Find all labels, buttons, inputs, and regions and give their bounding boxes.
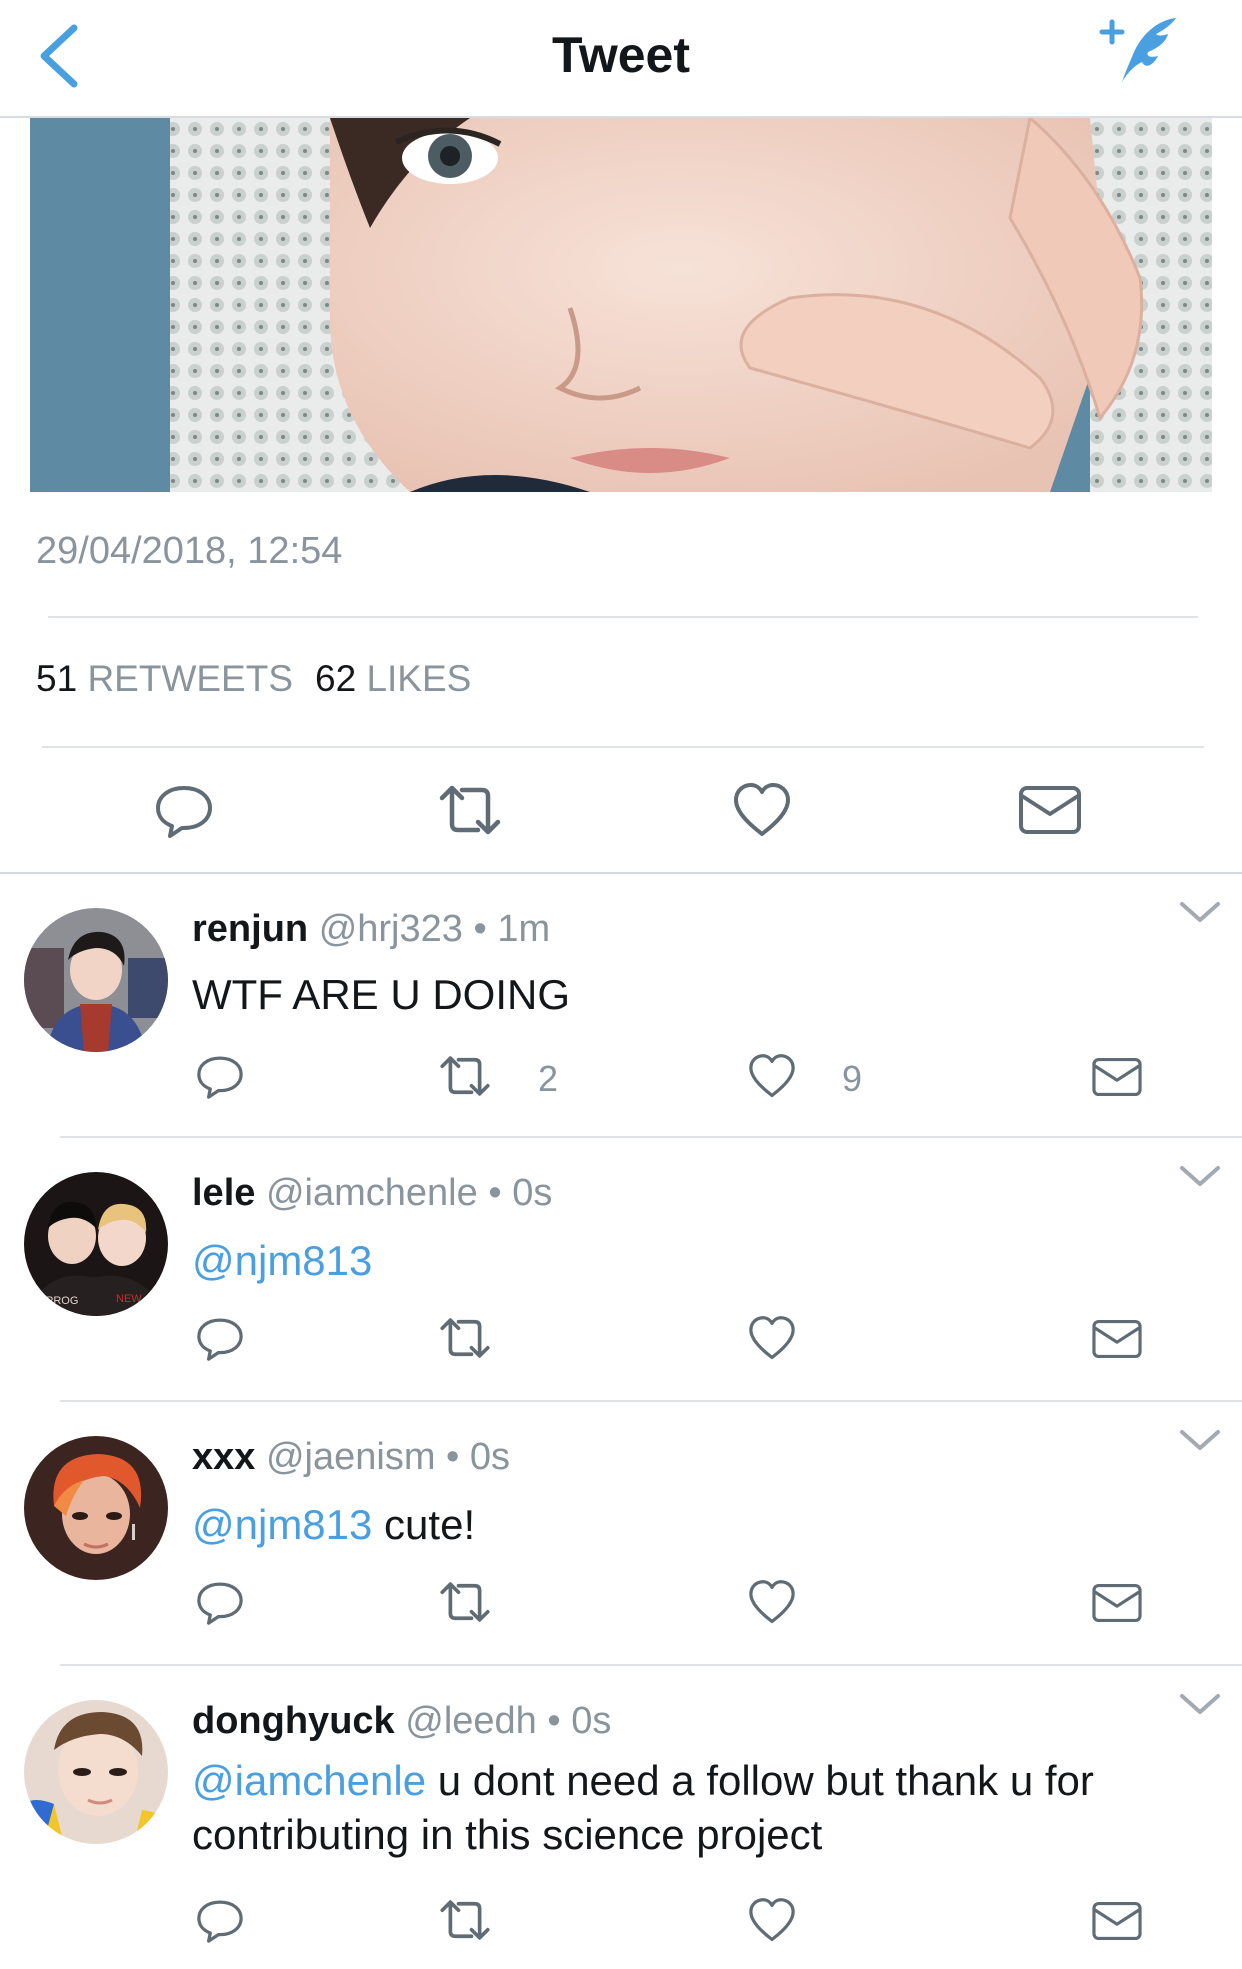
reply-body: WTF ARE U DOING xyxy=(192,971,570,1018)
chevron-down-icon[interactable] xyxy=(1178,898,1222,926)
reply-header: donghyuck @leedh • 0s xyxy=(192,1700,611,1743)
chevron-down-icon[interactable] xyxy=(1178,1162,1222,1190)
retweets-label: RETWEETS xyxy=(87,658,293,699)
retweets-stat[interactable]: 51 RETWEETS xyxy=(36,658,293,699)
reply-author-name[interactable]: donghyuck xyxy=(192,1700,395,1742)
retweet-icon[interactable] xyxy=(434,1576,496,1628)
reply-icon[interactable] xyxy=(194,1894,246,1946)
reply-text: @iamchenle u dont need a follow but than… xyxy=(192,1754,1192,1862)
reply-text: WTF ARE U DOING xyxy=(192,968,1192,1022)
tweet-photo[interactable] xyxy=(30,118,1212,492)
retweet-icon[interactable] xyxy=(434,1312,496,1364)
reply-mention[interactable]: @iamchenle xyxy=(192,1757,426,1804)
reply-icon[interactable] xyxy=(194,1312,246,1364)
direct-message-icon[interactable] xyxy=(1090,1898,1144,1944)
retweet-icon[interactable] xyxy=(434,1894,496,1946)
reply-handle[interactable]: @jaenism xyxy=(266,1436,436,1478)
reply-time: 0s xyxy=(571,1700,612,1742)
reply-header: lele @iamchenle • 0s xyxy=(192,1172,552,1215)
retweets-count: 51 xyxy=(36,658,78,699)
retweet-icon[interactable] xyxy=(432,778,508,842)
like-icon[interactable] xyxy=(746,1894,798,1946)
chevron-down-icon[interactable] xyxy=(1178,1426,1222,1454)
reply-item[interactable]: xxx @jaenism • 0s @njm813 cute! xyxy=(0,1402,1242,1666)
svg-text:PROG: PROG xyxy=(46,1295,78,1307)
chevron-down-icon[interactable] xyxy=(1178,1690,1222,1718)
reply-header: renjun @hrj323 • 1m xyxy=(192,908,550,951)
svg-text:NEW: NEW xyxy=(116,1293,142,1305)
dot-separator: • xyxy=(473,908,487,950)
reply-item[interactable]: donghyuck @leedh • 0s @iamchenle u dont … xyxy=(0,1666,1242,1969)
direct-message-icon[interactable] xyxy=(1090,1054,1144,1100)
dot-separator: • xyxy=(488,1172,502,1214)
avatar[interactable] xyxy=(24,1700,168,1844)
tweet-timestamp: 29/04/2018, 12:54 xyxy=(36,530,343,572)
direct-message-icon[interactable] xyxy=(1090,1316,1144,1362)
tweet-actions xyxy=(0,770,1242,850)
likes-stat[interactable]: 62 LIKES xyxy=(315,658,471,699)
reply-mention[interactable]: @njm813 xyxy=(192,1237,372,1284)
reply-icon[interactable] xyxy=(152,778,216,842)
reply-header: xxx @jaenism • 0s xyxy=(192,1436,510,1479)
compose-tweet-icon[interactable] xyxy=(1088,12,1184,92)
like-icon[interactable] xyxy=(746,1312,798,1364)
reply-handle[interactable]: @iamchenle xyxy=(266,1172,478,1214)
reply-item[interactable]: PROG NEW lele @iamchenle • 0s @njm813 xyxy=(0,1138,1242,1402)
reply-mention[interactable]: @njm813 xyxy=(192,1501,372,1548)
reply-icon[interactable] xyxy=(194,1576,246,1628)
reply-handle[interactable]: @hrj323 xyxy=(319,908,463,950)
page-title: Tweet xyxy=(552,27,690,83)
nav-bar: Tweet xyxy=(0,0,1242,118)
likes-count: 62 xyxy=(315,658,357,699)
reply-time: 0s xyxy=(469,1436,511,1478)
dot-separator: • xyxy=(446,1436,460,1478)
reply-text: @njm813 cute! xyxy=(192,1498,1192,1552)
reply-icon[interactable] xyxy=(194,1050,246,1102)
like-icon[interactable] xyxy=(746,1576,798,1628)
avatar[interactable]: PROG NEW xyxy=(24,1172,168,1316)
direct-message-icon[interactable] xyxy=(1016,782,1084,838)
reply-time: 1m xyxy=(497,908,551,950)
reply-text: @njm813 xyxy=(192,1234,1192,1288)
avatar[interactable] xyxy=(24,908,168,1052)
like-icon[interactable] xyxy=(730,778,794,842)
retweet-icon[interactable] xyxy=(434,1050,496,1102)
reply-handle[interactable]: @leedh xyxy=(405,1700,537,1742)
retweet-count: 2 xyxy=(538,1058,559,1099)
like-icon[interactable] xyxy=(746,1050,798,1102)
reply-author-name[interactable]: xxx xyxy=(192,1436,255,1478)
reply-time: 0s xyxy=(512,1172,553,1214)
likes-label: LIKES xyxy=(366,658,472,699)
reply-body: cute! xyxy=(372,1501,476,1548)
reply-author-name[interactable]: renjun xyxy=(192,908,308,950)
direct-message-icon[interactable] xyxy=(1090,1580,1144,1626)
avatar[interactable] xyxy=(24,1436,168,1580)
reply-item[interactable]: renjun @hrj323 • 1m WTF ARE U DOING 2 9 xyxy=(0,874,1242,1140)
tweet-stats: 51 RETWEETS 62 LIKES xyxy=(36,658,471,700)
divider xyxy=(48,616,1198,618)
reply-author-name[interactable]: lele xyxy=(192,1172,255,1214)
divider xyxy=(42,746,1204,748)
dot-separator: • xyxy=(547,1700,561,1742)
like-count: 9 xyxy=(842,1058,863,1099)
